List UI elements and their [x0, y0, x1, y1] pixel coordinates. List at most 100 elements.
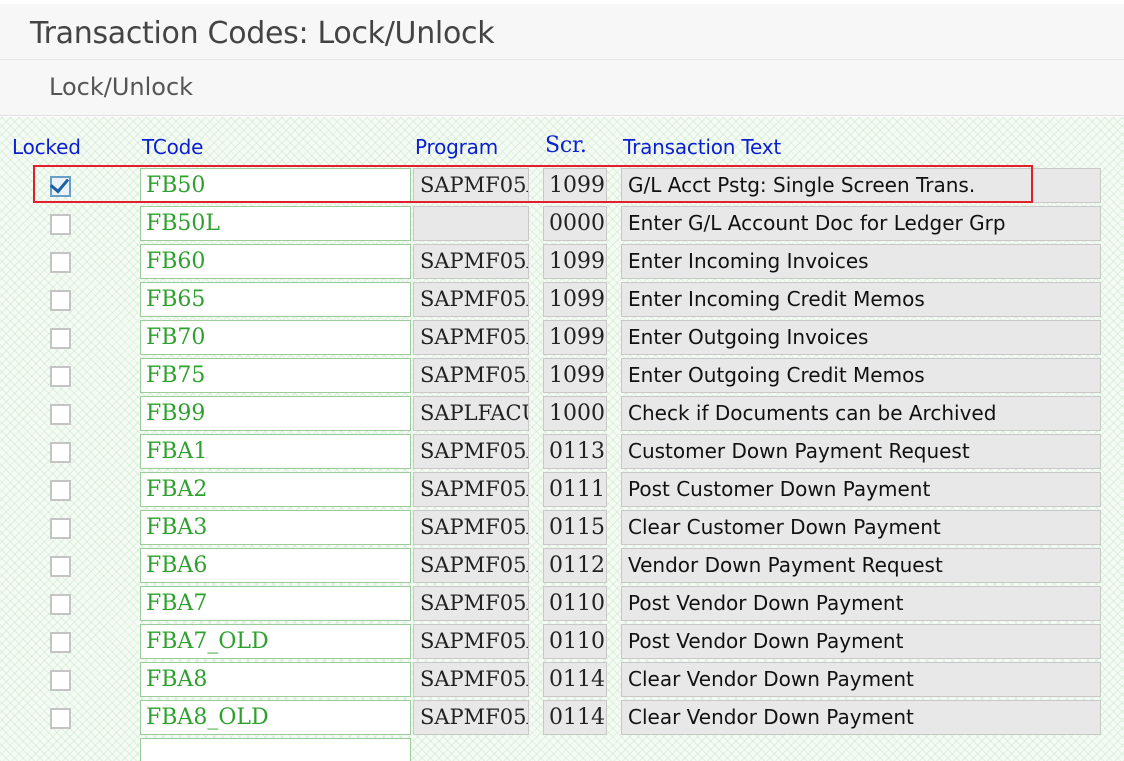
- transaction-text-cell: G/L Acct Pstg: Single Screen Trans.: [621, 168, 1101, 203]
- tcode-cell[interactable]: FB60: [140, 244, 411, 279]
- tcode-cell[interactable]: FB50L: [140, 206, 411, 241]
- program-cell: [413, 206, 529, 241]
- table-row: FBA2SAPMF05A 0111 Post Customer Down Payme…: [0, 472, 1124, 510]
- screen-cell: 1099: [543, 244, 607, 279]
- transaction-text-cell: Post Vendor Down Payment: [621, 586, 1101, 621]
- tcode-cell[interactable]: FB75: [140, 358, 411, 393]
- locked-checkbox[interactable]: [50, 442, 71, 463]
- program-cell: SAPMF05A: [413, 510, 529, 545]
- transaction-text-cell: Post Vendor Down Payment: [621, 624, 1101, 659]
- program-cell: SAPMF05A: [413, 320, 529, 355]
- screen-cell: 0114: [543, 700, 607, 735]
- program-cell: SAPMF05A: [413, 586, 529, 621]
- screen-cell: 0112: [543, 548, 607, 583]
- locked-checkbox[interactable]: [50, 404, 71, 425]
- transaction-text-cell: Enter Incoming Invoices: [621, 244, 1101, 279]
- transaction-text-cell: Vendor Down Payment Request: [621, 548, 1101, 583]
- column-header-transaction-text[interactable]: Transaction Text: [623, 135, 781, 159]
- screen-cell: 1099: [543, 168, 607, 203]
- table-row: FB60SAPMF05A 1099 Enter Incoming Invoices: [0, 244, 1124, 282]
- locked-checkbox[interactable]: [50, 290, 71, 311]
- screen-cell: 1000: [543, 396, 607, 431]
- transaction-text-cell: Enter Incoming Credit Memos: [621, 282, 1101, 317]
- table-row: FB50SAPMF05A 1099 G/L Acct Pstg: Single Sc…: [0, 168, 1124, 206]
- tcode-cell[interactable]: FBA7: [140, 586, 411, 621]
- table-row: FB99 SAPLFACU 1000 Check if Documents can b…: [0, 396, 1124, 434]
- transaction-text-cell: Enter Outgoing Credit Memos: [621, 358, 1101, 393]
- locked-checkbox[interactable]: [50, 366, 71, 387]
- screen-cell: 0111: [543, 472, 607, 507]
- tcode-cell[interactable]: FBA7_OLD: [140, 624, 411, 659]
- screen-cell: 0115: [543, 510, 607, 545]
- screen-cell: 0113: [543, 434, 607, 469]
- table-row: FBA7SAPMF05A 0110 Post Vendor Down Payment: [0, 586, 1124, 624]
- screen-cell: 0000: [543, 206, 607, 241]
- table-row: FBA8_OLDSAPMF05A 0114 Clear Vendor Down Pa…: [0, 700, 1124, 738]
- locked-checkbox[interactable]: [50, 480, 71, 501]
- table-row: FBA7_OLDSAPMF05A 0110 Post Vendor Down Pay…: [0, 624, 1124, 662]
- table-row: FB70SAPMF05A 1099 Enter Outgoing Invoices: [0, 320, 1124, 358]
- column-header-program[interactable]: Program: [415, 135, 498, 159]
- tcode-cell[interactable]: FB70: [140, 320, 411, 355]
- lock-unlock-button[interactable]: Lock/Unlock: [49, 73, 193, 101]
- table-row: FBA8SAPMF05A 0114 Clear Vendor Down Paymen…: [0, 662, 1124, 700]
- tcode-cell[interactable]: FB65: [140, 282, 411, 317]
- locked-checkbox[interactable]: [50, 594, 71, 615]
- screen-cell: 1099: [543, 320, 607, 355]
- program-cell: SAPMF05A: [413, 244, 529, 279]
- column-header-screen[interactable]: Scr.: [545, 133, 587, 158]
- locked-checkbox[interactable]: [50, 708, 71, 729]
- tcode-cell[interactable]: FBA3: [140, 510, 411, 545]
- table-row: FBA3SAPMF05A 0115 Clear Customer Down Paym…: [0, 510, 1124, 548]
- transaction-text-cell: Enter Outgoing Invoices: [621, 320, 1101, 355]
- tcode-cell[interactable]: FB99: [140, 396, 411, 431]
- transaction-text-cell: Post Customer Down Payment: [621, 472, 1101, 507]
- table-row: FBA1SAPMF05A 0113 Customer Down Payment Re…: [0, 434, 1124, 472]
- program-cell: SAPMF05A: [413, 662, 529, 697]
- locked-checkbox[interactable]: [50, 328, 71, 349]
- transaction-text-cell: Customer Down Payment Request: [621, 434, 1101, 469]
- column-header-tcode[interactable]: TCode: [142, 135, 203, 159]
- tcode-cell[interactable]: FBA1: [140, 434, 411, 469]
- table-row: FB50L 0000 Enter G/L Account Doc for Ledge…: [0, 206, 1124, 244]
- program-cell: SAPMF05A: [413, 358, 529, 393]
- transaction-text-cell: Clear Vendor Down Payment: [621, 662, 1101, 697]
- transaction-text-cell: Enter G/L Account Doc for Ledger Grp: [621, 206, 1101, 241]
- program-cell: SAPMF05A: [413, 700, 529, 735]
- tcode-cell[interactable]: FB50: [140, 168, 411, 203]
- screen-cell: 0110: [543, 586, 607, 621]
- locked-checkbox[interactable]: [50, 556, 71, 577]
- screen-cell: 0110: [543, 624, 607, 659]
- tcode-cell[interactable]: FBA6: [140, 548, 411, 583]
- transaction-text-cell: Check if Documents can be Archived: [621, 396, 1101, 431]
- locked-checkbox[interactable]: [50, 518, 71, 539]
- column-header-locked[interactable]: Locked: [12, 135, 81, 159]
- locked-checkbox[interactable]: [50, 670, 71, 691]
- screen-cell: 1099: [543, 358, 607, 393]
- tcode-cell[interactable]: FBA2: [140, 472, 411, 507]
- tcode-cell[interactable]: FBA8_OLD: [140, 700, 411, 735]
- table-row: FB75SAPMF05A 1099 Enter Outgoing Credit Me…: [0, 358, 1124, 396]
- tcode-input-empty[interactable]: [140, 738, 411, 761]
- program-cell: SAPMF05A: [413, 548, 529, 583]
- tcode-cell[interactable]: FBA8: [140, 662, 411, 697]
- locked-checkbox[interactable]: [50, 214, 71, 235]
- program-cell: SAPMF05A: [413, 472, 529, 507]
- transaction-text-cell: Clear Customer Down Payment: [621, 510, 1101, 545]
- title-bar: Transaction Codes: Lock/Unlock: [0, 0, 1124, 60]
- transaction-text-cell: Clear Vendor Down Payment: [621, 700, 1101, 735]
- table-row: FB65SAPMF05A 1099 Enter Incoming Credit Me…: [0, 282, 1124, 320]
- program-cell: SAPMF05A: [413, 168, 529, 203]
- screen-cell: 1099: [543, 282, 607, 317]
- application-toolbar: Lock/Unlock: [0, 60, 1124, 116]
- window-title: Transaction Codes: Lock/Unlock: [30, 16, 495, 51]
- program-cell: SAPMF05A: [413, 624, 529, 659]
- table-row: FBA6SAPMF05A 0112 Vendor Down Payment Requ…: [0, 548, 1124, 586]
- locked-checkbox[interactable]: [50, 252, 71, 273]
- program-cell: SAPMF05A: [413, 282, 529, 317]
- locked-checkbox[interactable]: [50, 632, 71, 653]
- program-cell: SAPLFACU: [413, 396, 529, 431]
- locked-checkbox[interactable]: [50, 176, 71, 197]
- program-cell: SAPMF05A: [413, 434, 529, 469]
- screen-cell: 0114: [543, 662, 607, 697]
